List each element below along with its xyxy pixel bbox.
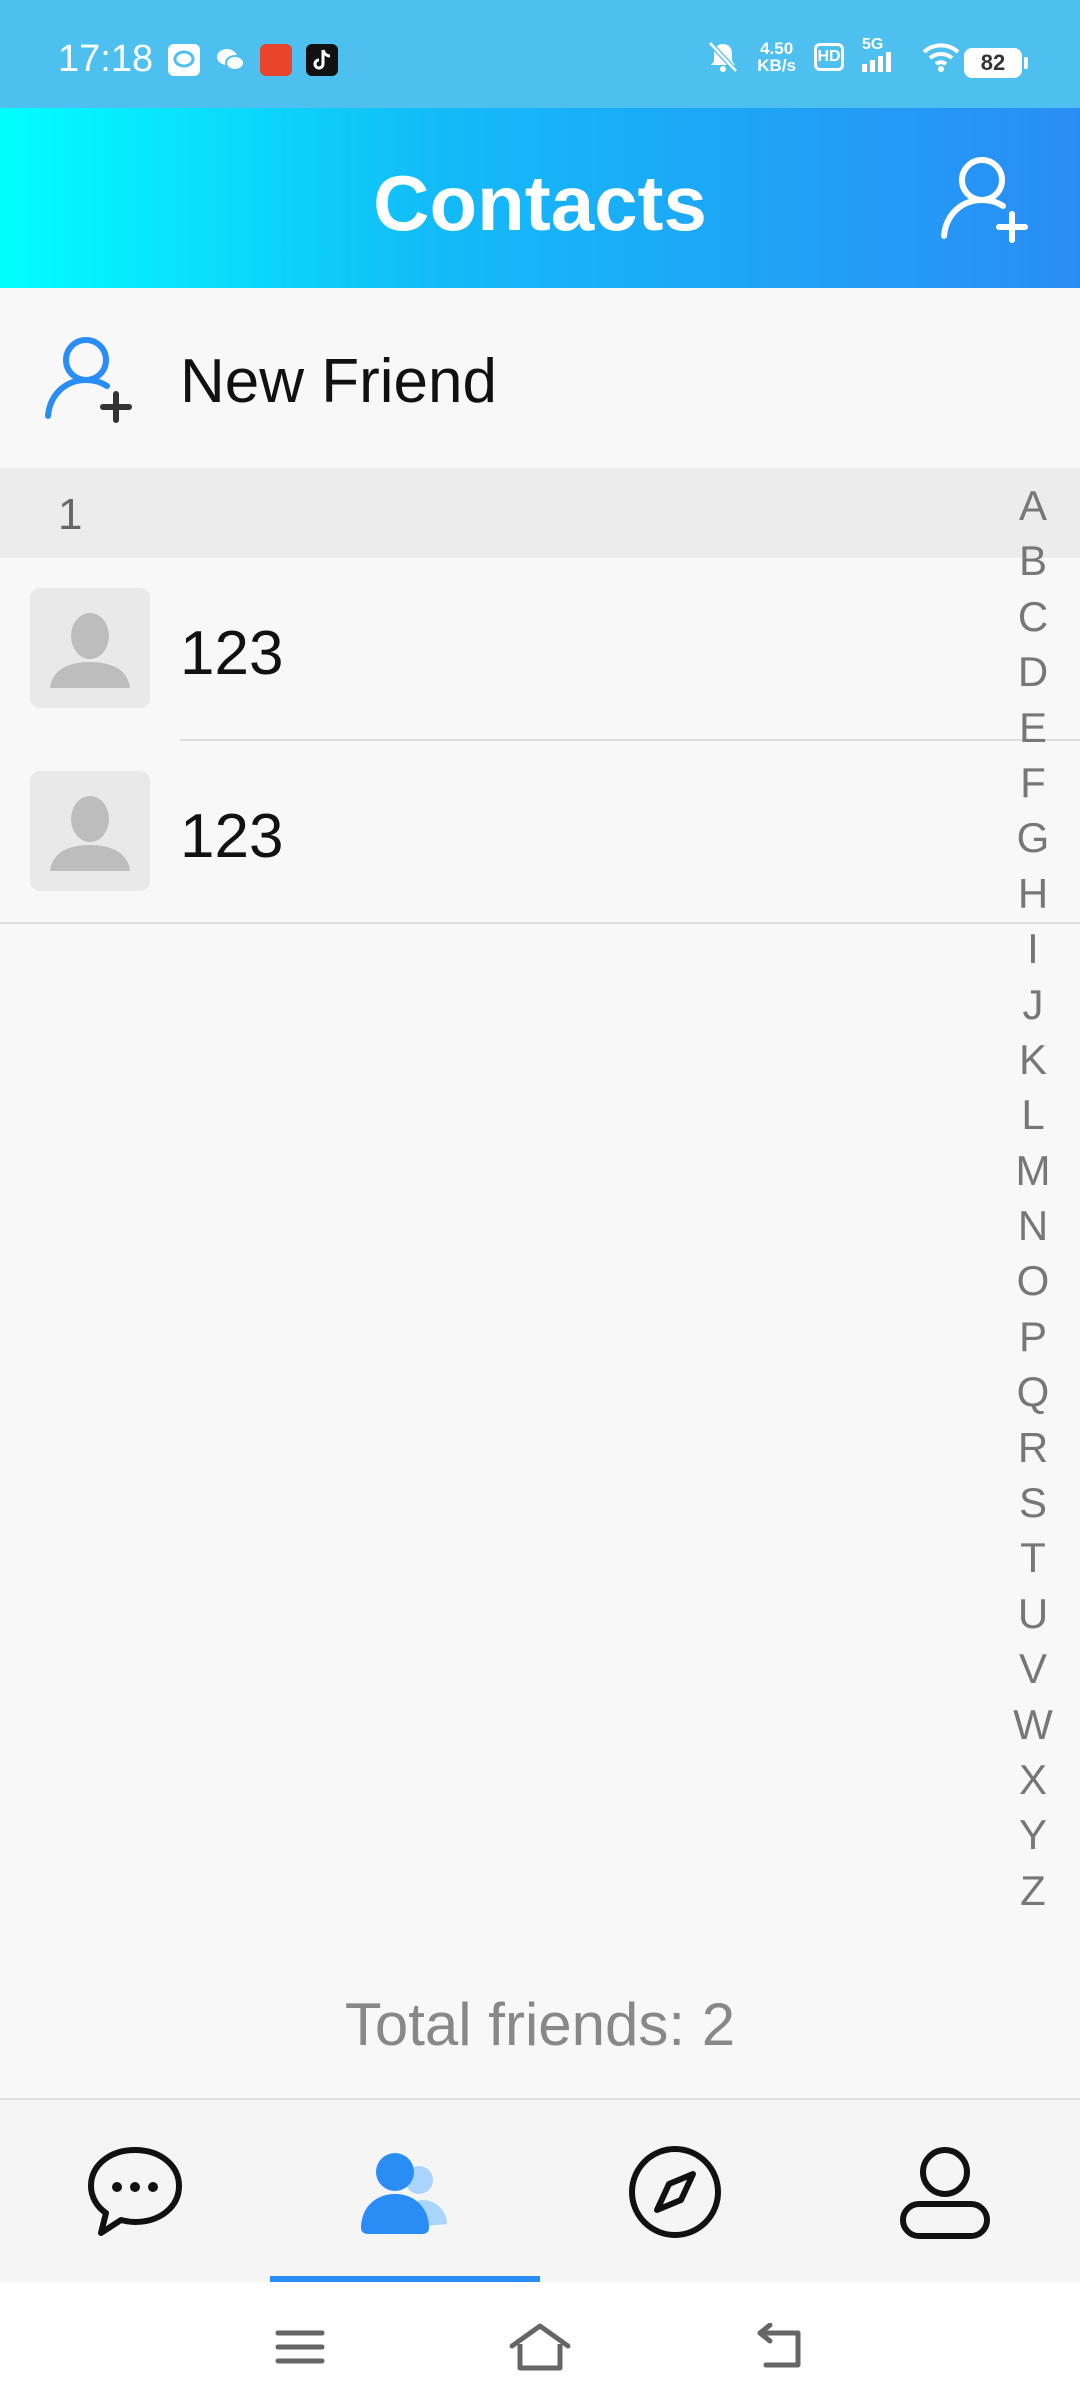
tab-profile[interactable] — [810, 2100, 1080, 2284]
system-nav-bar — [0, 2282, 1080, 2408]
alphabet-index-letter[interactable]: C — [1005, 589, 1061, 644]
alphabet-index-letter[interactable]: P — [1005, 1309, 1061, 1364]
wifi-icon — [922, 43, 960, 72]
avatar — [30, 771, 150, 891]
alphabet-index-letter[interactable]: U — [1005, 1586, 1061, 1641]
default-avatar-icon — [50, 613, 130, 688]
alphabet-index-letter[interactable]: J — [1005, 977, 1061, 1032]
alphabet-index-letter[interactable]: S — [1005, 1475, 1061, 1530]
home-icon — [509, 2323, 571, 2371]
network-type: 5G — [862, 36, 884, 53]
header-bar: Contacts — [0, 108, 1080, 288]
add-user-icon — [45, 337, 132, 423]
alphabet-index-letter[interactable]: B — [1005, 533, 1061, 588]
alphabet-index-letter[interactable]: Y — [1005, 1807, 1061, 1862]
tab-chats[interactable] — [0, 2100, 270, 2284]
alphabet-index[interactable]: ABCDEFGHIJKLMNOPQRSTUVWXYZ — [1005, 478, 1061, 1918]
message-app-icon — [168, 44, 200, 76]
alphabet-index-letter[interactable]: R — [1005, 1420, 1061, 1475]
alphabet-index-letter[interactable]: D — [1005, 644, 1061, 699]
alphabet-index-letter[interactable]: M — [1005, 1143, 1061, 1198]
contact-name: 123 — [180, 619, 284, 688]
alphabet-index-letter[interactable]: H — [1005, 866, 1061, 921]
status-bar: 17:18 4.50 KB/s HD 5G 82 — [0, 0, 1080, 108]
new-friend-row[interactable]: New Friend — [0, 288, 1080, 468]
page-title: Contacts — [373, 159, 707, 247]
total-friends-count: Total friends: 2 — [344, 1991, 736, 2058]
alphabet-index-letter[interactable]: A — [1005, 478, 1061, 533]
compass-icon — [629, 2146, 721, 2238]
alphabet-index-letter[interactable]: O — [1005, 1253, 1061, 1308]
alphabet-index-letter[interactable]: V — [1005, 1641, 1061, 1696]
status-time: 17:18 — [58, 38, 154, 80]
alphabet-index-letter[interactable]: F — [1005, 755, 1061, 810]
contact-row[interactable]: 123 — [0, 741, 1080, 924]
tab-discover[interactable] — [540, 2100, 810, 2284]
alphabet-index-letter[interactable]: L — [1005, 1087, 1061, 1142]
net-speed: 4.50 KB/s — [757, 39, 796, 75]
menu-icon — [275, 2330, 325, 2364]
mute-icon — [708, 41, 739, 73]
chat-icon — [88, 2147, 182, 2236]
cellular-signal-icon: 5G — [862, 36, 904, 72]
back-icon — [757, 2323, 801, 2368]
contacts-icon — [361, 2153, 447, 2234]
wechat-icon — [214, 44, 246, 76]
hd-badge: HD — [814, 43, 844, 71]
profile-icon — [900, 2147, 990, 2239]
alphabet-index-letter[interactable]: T — [1005, 1530, 1061, 1585]
alphabet-index-letter[interactable]: I — [1005, 921, 1061, 976]
battery-indicator: 82 — [964, 48, 1028, 78]
alphabet-index-letter[interactable]: E — [1005, 700, 1061, 755]
divider — [0, 922, 1080, 924]
alphabet-index-letter[interactable]: N — [1005, 1198, 1061, 1253]
tiktok-icon — [306, 44, 338, 76]
taobao-icon — [260, 44, 292, 76]
alphabet-index-letter[interactable]: G — [1005, 810, 1061, 865]
avatar — [30, 588, 150, 708]
tab-contacts[interactable] — [270, 2100, 540, 2284]
section-header: 1 — [0, 468, 1080, 558]
alphabet-index-letter[interactable]: W — [1005, 1697, 1061, 1752]
alphabet-index-letter[interactable]: Z — [1005, 1863, 1061, 1918]
contact-row[interactable]: 123 — [0, 558, 1080, 741]
bottom-nav — [0, 2098, 1080, 2284]
new-friend-label: New Friend — [180, 347, 497, 416]
status-app-icons — [168, 44, 338, 76]
add-user-icon — [941, 157, 1028, 243]
back-button[interactable] — [745, 2312, 815, 2382]
default-avatar-icon — [50, 796, 130, 871]
alphabet-index-letter[interactable]: X — [1005, 1752, 1061, 1807]
add-friend-button[interactable] — [936, 148, 1036, 248]
section-letter: 1 — [58, 490, 83, 539]
alphabet-index-letter[interactable]: K — [1005, 1032, 1061, 1087]
recents-button[interactable] — [265, 2312, 335, 2382]
home-button[interactable] — [505, 2312, 575, 2382]
alphabet-index-letter[interactable]: Q — [1005, 1364, 1061, 1419]
status-indicators: 4.50 KB/s HD 5G — [707, 36, 960, 75]
contact-name: 123 — [180, 802, 284, 871]
